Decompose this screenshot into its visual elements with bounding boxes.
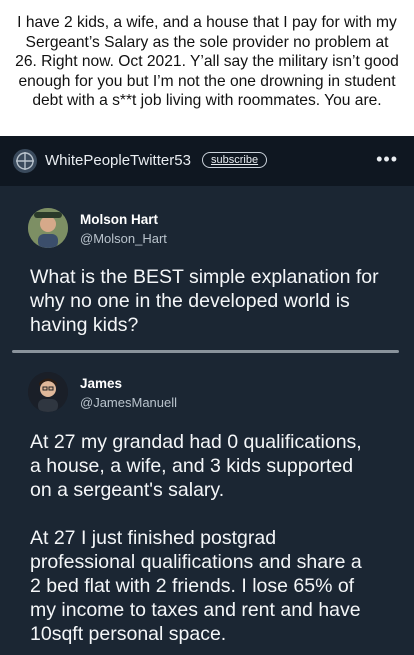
divider: [12, 350, 399, 353]
author-name[interactable]: Molson Hart: [80, 212, 158, 227]
profile-photo-icon: [28, 208, 68, 248]
screenshot-panel: WhitePeopleTwitter53 subscribe ••• Molso…: [0, 136, 414, 655]
subreddit-header: WhitePeopleTwitter53 subscribe •••: [0, 136, 414, 186]
avatar[interactable]: [28, 372, 68, 412]
meme-caption: I have 2 kids, a wife, and a house that …: [0, 0, 414, 135]
profile-photo-icon: [28, 372, 68, 412]
author-handle[interactable]: @Molson_Hart: [80, 231, 167, 246]
subreddit-avatar[interactable]: [13, 149, 37, 173]
crosshair-icon: [16, 152, 34, 170]
author-name[interactable]: James: [80, 376, 122, 391]
tweet-text: What is the BEST simple explanation for …: [30, 266, 379, 336]
subreddit-name[interactable]: WhitePeopleTwitter53: [45, 152, 191, 169]
more-options-icon[interactable]: •••: [376, 149, 398, 170]
subscribe-button[interactable]: subscribe: [202, 152, 268, 168]
tweet-text: At 27 my grandad had 0 qualifications, a…: [30, 431, 362, 645]
author-handle[interactable]: @JamesManuell: [80, 395, 177, 410]
avatar[interactable]: [28, 208, 68, 248]
caption-text: I have 2 kids, a wife, and a house that …: [15, 14, 399, 109]
